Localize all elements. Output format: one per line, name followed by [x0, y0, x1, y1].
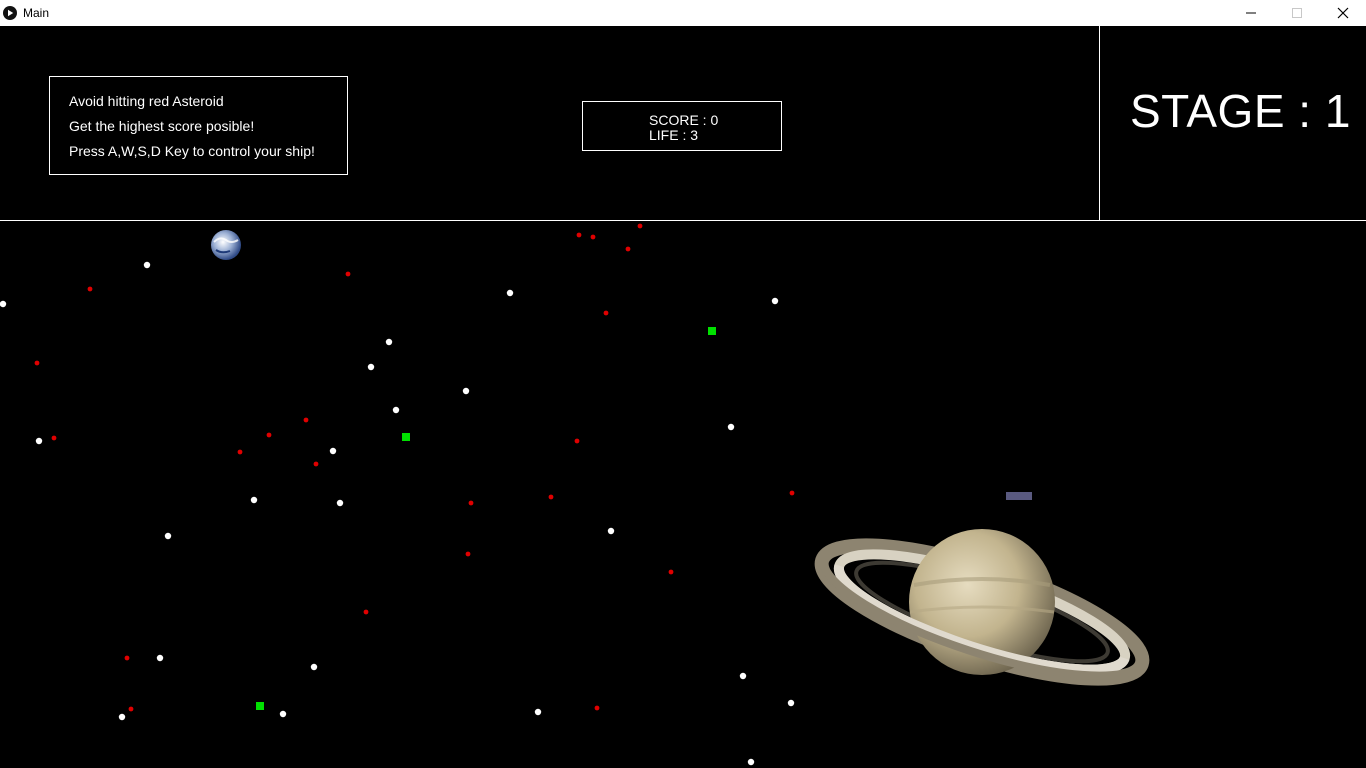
bonus-items: [256, 327, 716, 710]
star: [385, 338, 393, 346]
instruction-line: Press A,W,S,D Key to control your ship!: [69, 143, 315, 159]
red-asteroid: [468, 500, 474, 506]
green-bonus: [256, 702, 264, 710]
red-asteroid: [590, 234, 596, 240]
stage-text: STAGE : 1: [1130, 85, 1351, 137]
red-asteroid: [51, 435, 57, 441]
red-asteroid: [625, 246, 631, 252]
star: [607, 527, 615, 535]
instruction-line: Avoid hitting red Asteroid: [69, 93, 224, 109]
star: [336, 499, 344, 507]
red-asteroid: [345, 271, 351, 277]
red-asteroid: [576, 232, 582, 238]
star: [279, 710, 287, 718]
red-asteroid: [594, 705, 600, 711]
green-bonus: [708, 327, 716, 335]
score-box: SCORE : 0 LIFE : 3: [582, 101, 782, 151]
life-text: LIFE : 3: [649, 127, 699, 143]
star-field: [0, 261, 795, 766]
instructions-box: Avoid hitting red Asteroid Get the highe…: [49, 76, 348, 175]
star: [164, 532, 172, 540]
star: [250, 496, 258, 504]
star: [310, 663, 318, 671]
score-text: SCORE : 0: [649, 112, 719, 128]
red-asteroid: [548, 494, 554, 500]
star: [739, 672, 747, 680]
red-asteroid: [124, 655, 130, 661]
instruction-line: Get the highest score posible!: [69, 118, 255, 134]
star: [0, 300, 7, 308]
hud-panel: Avoid hitting red Asteroid Get the highe…: [0, 26, 1099, 221]
player-ship: [1006, 492, 1032, 500]
star: [506, 289, 514, 297]
red-asteroid: [668, 569, 674, 575]
red-asteroid: [34, 360, 40, 366]
red-asteroid: [266, 432, 272, 438]
red-asteroid: [789, 490, 795, 496]
star: [118, 713, 126, 721]
star: [367, 363, 375, 371]
star: [787, 699, 795, 707]
red-asteroid: [465, 551, 471, 557]
red-asteroid: [363, 609, 369, 615]
star: [143, 261, 151, 269]
red-asteroid: [303, 417, 309, 423]
red-asteroid: [574, 438, 580, 444]
red-asteroid: [87, 286, 93, 292]
star: [462, 387, 470, 395]
green-bonus: [402, 433, 410, 441]
star: [534, 708, 542, 716]
star: [156, 654, 164, 662]
stage-panel: STAGE : 1: [1099, 26, 1366, 221]
red-asteroid: [128, 706, 134, 712]
star: [329, 447, 337, 455]
asteroid-field: [34, 223, 795, 712]
star: [35, 437, 43, 445]
red-asteroid: [603, 310, 609, 316]
red-asteroid: [237, 449, 243, 455]
red-asteroid: [313, 461, 319, 467]
star: [771, 297, 779, 305]
star: [747, 758, 755, 766]
star: [392, 406, 400, 414]
earth-planet: [211, 230, 241, 260]
red-asteroid: [637, 223, 643, 229]
star: [727, 423, 735, 431]
